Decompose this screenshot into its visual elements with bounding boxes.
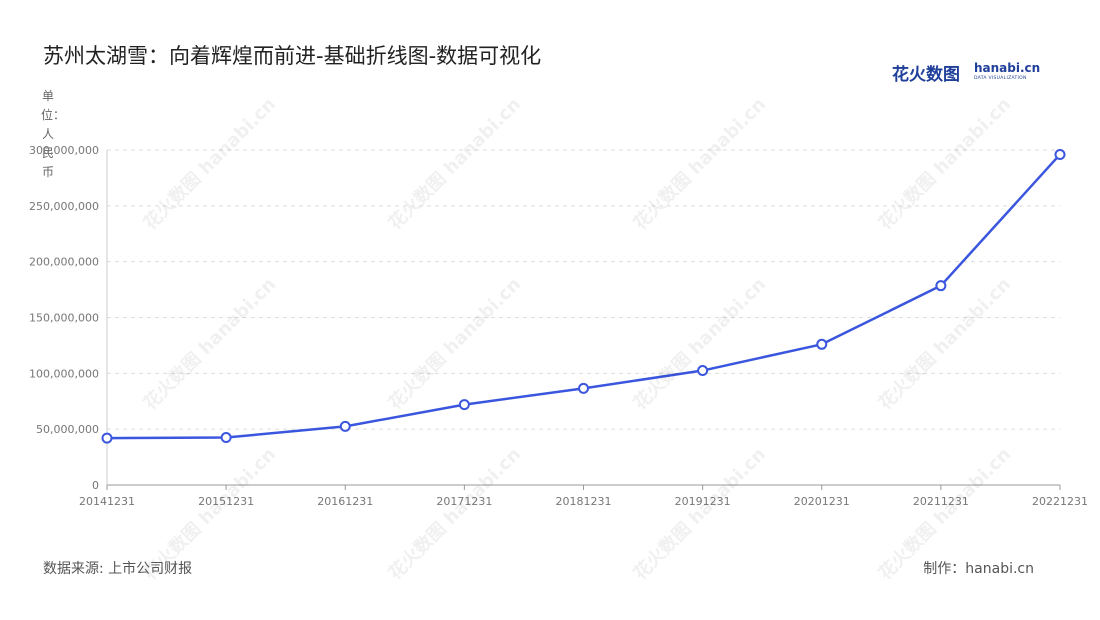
y-tick-label: 0 (92, 479, 99, 492)
data-point (578, 382, 589, 394)
y-tick-label: 150,000,000 (29, 312, 99, 325)
data-point (458, 399, 470, 411)
y-tick-label: 100,000,000 (29, 367, 99, 380)
data-point (697, 365, 709, 377)
data-point (339, 420, 351, 432)
data-point (816, 338, 828, 350)
y-tick-label: 200,000,000 (29, 256, 99, 269)
data-point (935, 280, 947, 292)
x-tick-label: 20151231 (198, 495, 254, 508)
maker-credit: 制作：hanabi.cn (923, 561, 1034, 577)
y-tick-label: 250,000,000 (29, 200, 99, 213)
x-tick-label: 20211231 (913, 495, 969, 508)
y-tick-label: 300,000,000 (29, 144, 99, 157)
data-point (101, 432, 113, 444)
x-tick-label: 20171231 (436, 495, 492, 508)
x-tick-label: 20201231 (794, 495, 850, 508)
line-chart: 0 50,000,000 100,000,000 150,000,000 200,000… (29, 144, 1088, 508)
x-tick-label: 20141231 (79, 495, 135, 508)
y-tick-label: 50,000,000 (36, 423, 99, 436)
series-line (106, 153, 1061, 440)
data-point (220, 432, 232, 444)
x-tick-label: 20191231 (675, 495, 731, 508)
x-tick-label: 20161231 (317, 495, 373, 508)
x-tick-label: 20221231 (1032, 495, 1088, 508)
x-tick-label: 20181231 (556, 495, 612, 508)
data-point (1054, 148, 1066, 160)
data-source: 数据来源: 上市公司财报 (43, 561, 193, 577)
